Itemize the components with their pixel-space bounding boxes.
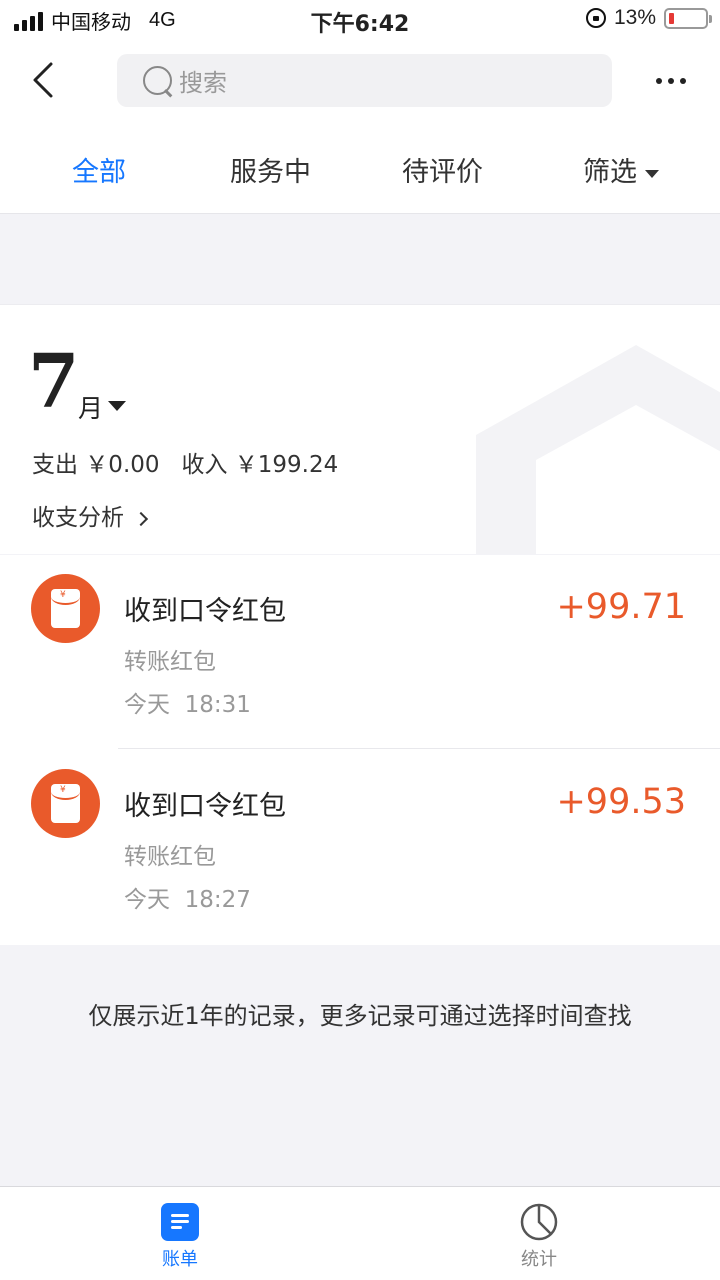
bottom-tab-bill-label: 账单	[162, 1249, 198, 1270]
caret-down-icon	[645, 169, 659, 178]
more-options-icon[interactable]	[656, 78, 686, 84]
tab-filter-label: 筛选	[583, 157, 637, 188]
divider	[118, 748, 720, 749]
red-packet-icon	[31, 574, 100, 643]
search-placeholder: 搜索	[179, 69, 227, 97]
tab-all[interactable]: 全部	[72, 150, 126, 189]
month-dropdown-icon[interactable]	[108, 401, 126, 411]
list-item[interactable]: 收到口令红包 转账红包 今天 18:31 +99.71	[0, 555, 720, 750]
records-list: 收到口令红包 转账红包 今天 18:31 +99.71 收到口令红包 转账红包 …	[0, 555, 720, 945]
bill-icon	[161, 1203, 199, 1241]
battery-icon	[664, 7, 712, 29]
records-range-note: 仅展示近1年的记录，更多记录可通过选择时间查找	[88, 1002, 632, 1030]
battery-percent: 13%	[613, 6, 656, 29]
record-title: 收到口令红包	[124, 596, 286, 627]
back-arrow-icon[interactable]	[26, 60, 66, 100]
tab-filter[interactable]: 筛选	[583, 150, 659, 189]
bottom-tab-stats-label: 统计	[521, 1249, 557, 1270]
pie-chart-icon	[520, 1203, 558, 1241]
record-title: 收到口令红包	[124, 791, 286, 822]
status-bar: 中国移动 4G 下午6:42 13%	[0, 0, 720, 40]
month-totals: 支出 ￥0.00 收入 ￥199.24	[32, 452, 339, 478]
month-number[interactable]: 7	[28, 345, 80, 419]
analysis-link[interactable]: 收支分析	[32, 498, 149, 532]
hexagon-watermark-icon	[476, 345, 720, 554]
record-amount: +99.53	[556, 782, 686, 822]
record-subtitle: 转账红包	[124, 649, 216, 675]
navigation-bar: 搜索	[0, 40, 720, 124]
month-unit[interactable]: 月	[78, 389, 103, 425]
bottom-tab-bill[interactable]: 账单	[120, 1203, 240, 1271]
rotation-lock-icon	[585, 8, 606, 28]
record-amount: +99.71	[556, 587, 686, 627]
search-icon	[141, 64, 175, 98]
analysis-label: 收支分析	[32, 505, 124, 531]
bottom-tab-stats[interactable]: 统计	[479, 1203, 599, 1271]
search-input[interactable]: 搜索	[117, 54, 612, 107]
month-summary: 7 月 支出 ￥0.00 收入 ￥199.24 收支分析	[0, 304, 720, 554]
chevron-right-icon	[133, 511, 149, 526]
record-time: 今天 18:31	[124, 692, 251, 718]
list-item[interactable]: 收到口令红包 转账红包 今天 18:27 +99.53	[0, 750, 720, 945]
tab-pending-review[interactable]: 待评价	[402, 150, 483, 189]
record-time: 今天 18:27	[124, 887, 251, 913]
status-right: 13%	[585, 6, 712, 30]
bottom-tab-bar: 账单 统计	[0, 1186, 720, 1280]
filter-tabs: 全部 服务中 待评价 筛选	[0, 124, 720, 214]
tab-in-service[interactable]: 服务中	[230, 150, 311, 189]
red-packet-icon	[31, 769, 100, 838]
record-subtitle: 转账红包	[124, 844, 216, 870]
